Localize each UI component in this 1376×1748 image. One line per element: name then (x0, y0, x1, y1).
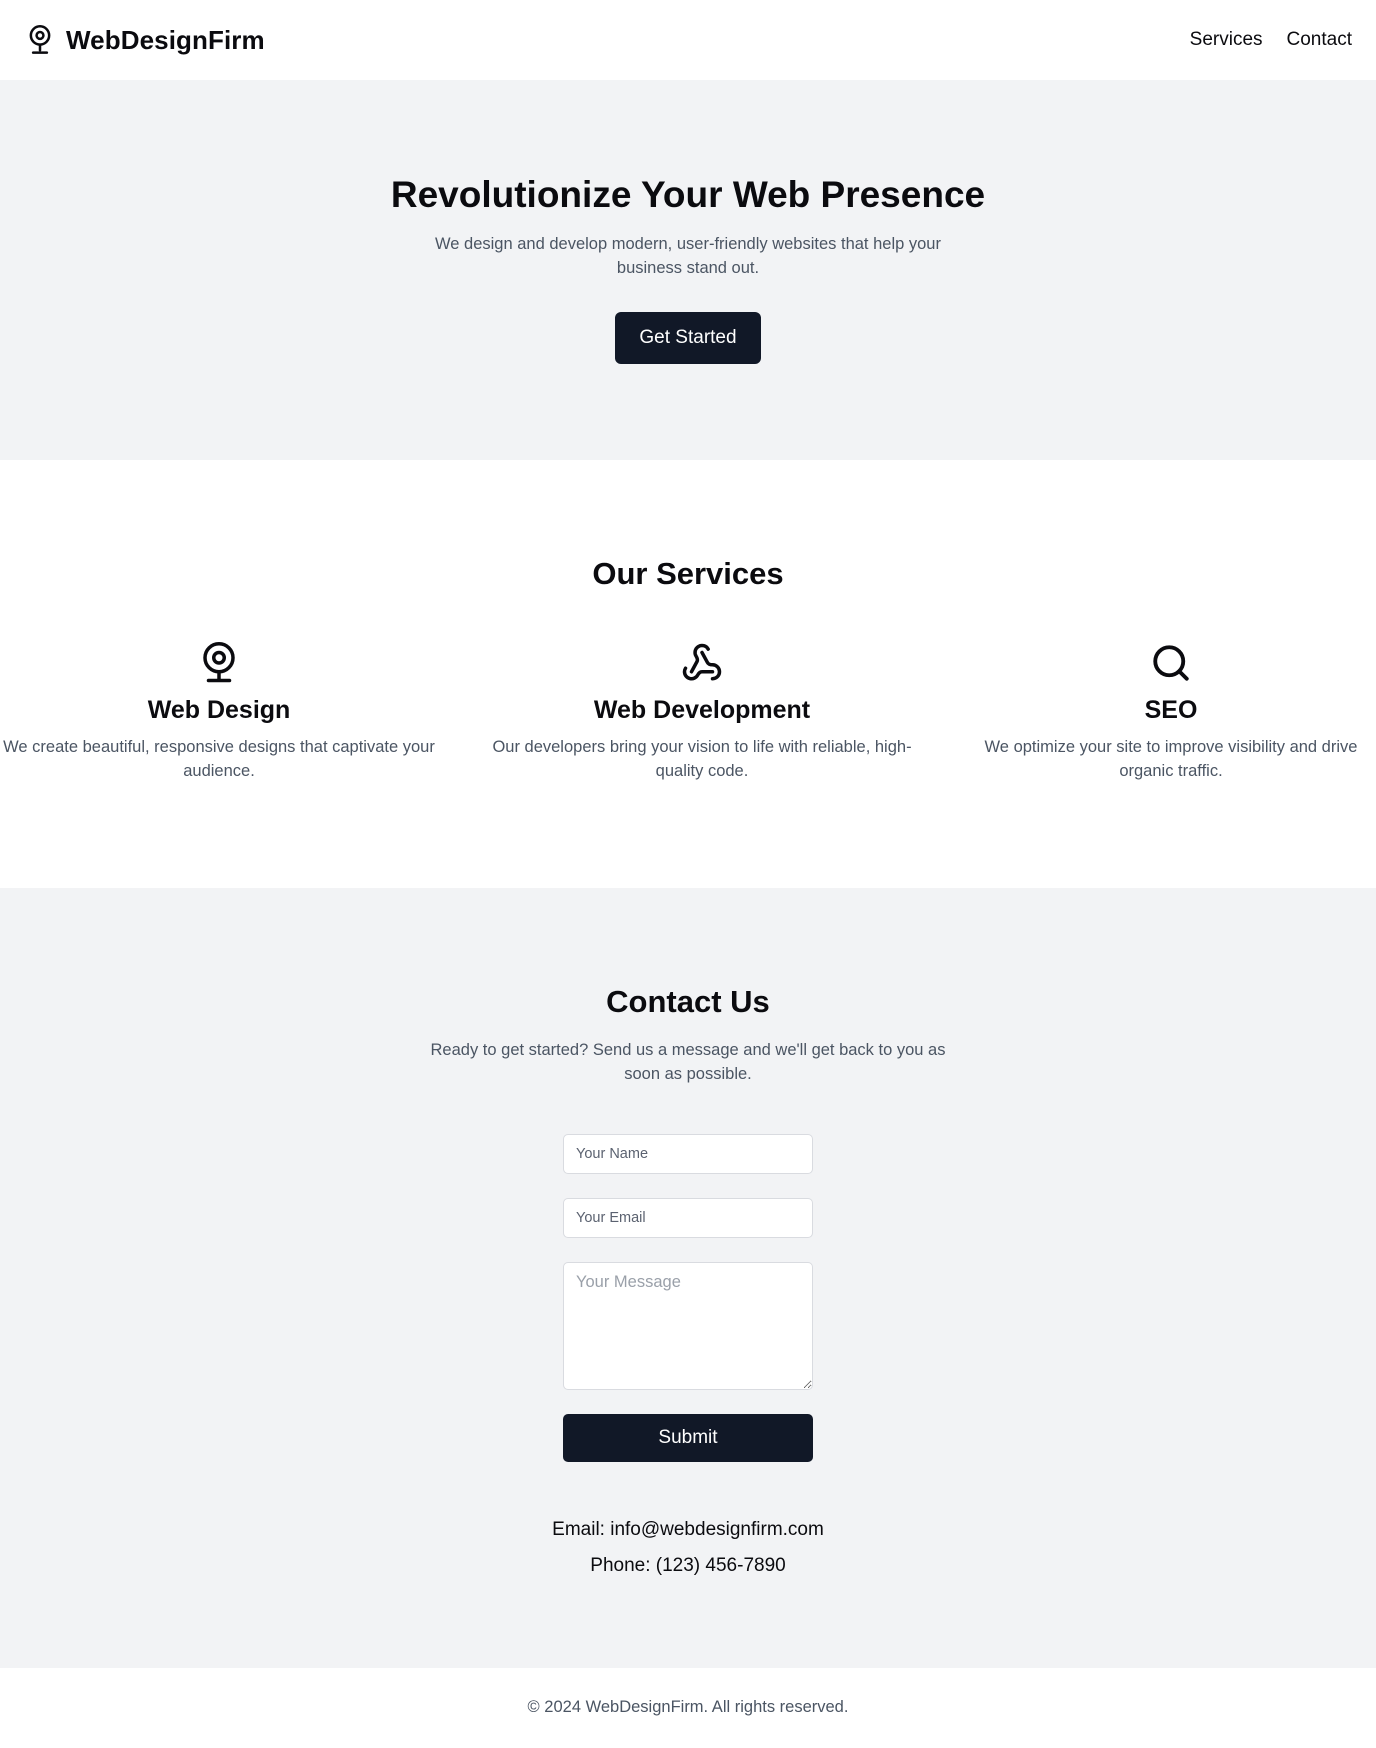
contact-email: Email: info@webdesignfirm.com (552, 1519, 824, 1540)
webhook-icon (682, 643, 722, 681)
contact-phone: Phone: (123) 456-7890 (590, 1555, 786, 1576)
contact-section: Contact Us Ready to get started? Send us… (0, 888, 1376, 1668)
service-title: Web Development (593, 696, 811, 724)
contact-title: Contact Us (606, 984, 770, 1019)
footer-copyright: © 2024 WebDesignFirm. All rights reserve… (527, 1698, 849, 1716)
email-field[interactable] (563, 1198, 813, 1238)
service-description: We create beautiful, responsive designs … (3, 738, 435, 780)
service-card-web-development: Web Development Our developers bring you… (472, 640, 932, 783)
nav-link-services[interactable]: Services (1190, 29, 1263, 51)
service-card-web-design: Web Design We create beautiful, responsi… (0, 640, 438, 783)
submit-button[interactable]: Submit (563, 1414, 813, 1462)
site-header: WebDesignFirm Services Contact (0, 0, 1376, 80)
services-title: Our Services (592, 556, 784, 591)
webcam-icon (29, 25, 51, 54)
contact-form: Submit (563, 1134, 813, 1462)
hero-subtitle: We design and develop modern, user-frien… (435, 234, 941, 277)
get-started-button[interactable]: Get Started (615, 311, 761, 364)
service-card-seo: SEO We optimize your site to improve vis… (966, 640, 1376, 783)
service-description: We optimize your site to improve visibil… (984, 738, 1358, 780)
contact-info: Email: info@webdesignfirm.com Phone: (12… (0, 1512, 1376, 1584)
message-field[interactable] (563, 1262, 813, 1390)
service-title: Web Design (147, 696, 291, 724)
hero-title: Revolutionize Your Web Presence (390, 174, 986, 215)
service-description: Our developers bring your vision to life… (492, 738, 912, 780)
nav-link-contact[interactable]: Contact (1287, 29, 1352, 51)
brand-link[interactable]: WebDesignFirm (26, 24, 265, 56)
services-grid: Web Design We create beautiful, responsi… (0, 640, 1376, 783)
brand-name: WebDesignFirm (66, 24, 265, 55)
search-icon (1153, 645, 1189, 681)
webcam-icon (203, 642, 235, 683)
site-footer: © 2024 WebDesignFirm. All rights reserve… (0, 1668, 1376, 1748)
name-field[interactable] (563, 1134, 813, 1174)
service-title: SEO (1144, 696, 1198, 724)
main-nav: Services Contact (1190, 29, 1352, 51)
services-section: Our Services Web Design We create beauti… (0, 460, 1376, 888)
hero-section: Revolutionize Your Web Presence We desig… (0, 80, 1376, 460)
contact-lead: Ready to get started? Send us a message … (430, 1041, 946, 1083)
